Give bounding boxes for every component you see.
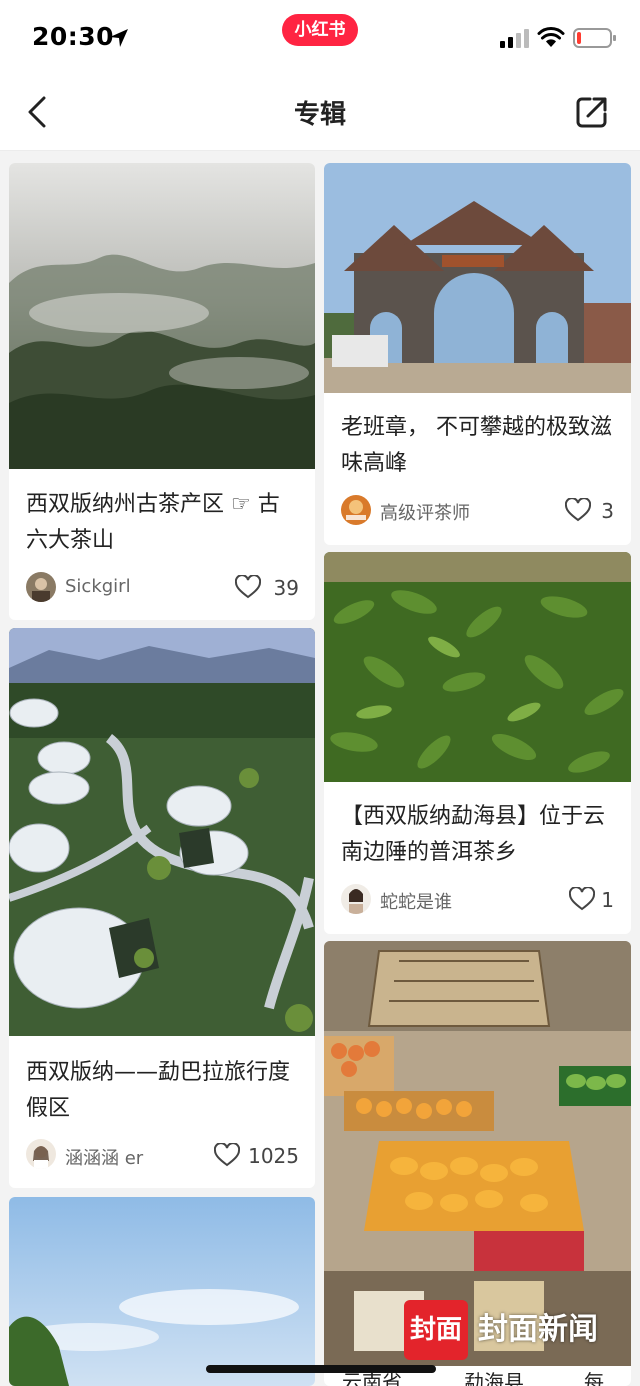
page-title: 专辑	[293, 100, 346, 130]
wifi-icon	[537, 27, 565, 47]
status-bar: 20:30 小红书	[0, 0, 640, 76]
caption-fragment: 勐海县	[464, 1370, 524, 1386]
note-card[interactable]: 西双版纳——勐巴拉旅行度假区 涵涵涵 er 1025	[9, 628, 315, 1188]
note-card[interactable]: 老班章， 不可攀越的极致滋味高峰 高级评茶师 3	[324, 163, 631, 545]
card-title: 西双版纳州古茶产区 ☞ 古六大茶山	[26, 492, 280, 553]
author-avatar	[341, 495, 371, 525]
author-name: Sickgirl	[65, 576, 131, 597]
like-count: 1	[601, 888, 614, 912]
news-watermark: 封面 封面新闻	[404, 1298, 632, 1364]
cover-image	[9, 163, 315, 469]
cover-image	[324, 163, 631, 393]
status-time: 20:30	[32, 22, 115, 51]
like-count: 1025	[248, 1144, 299, 1168]
heart-icon[interactable]	[235, 575, 261, 599]
heart-icon[interactable]	[565, 498, 591, 522]
cellular-signal-icon	[500, 29, 529, 48]
caption-fragment: 每	[584, 1370, 604, 1386]
app-badge: 小红书	[282, 14, 358, 46]
author-name: 高级评茶师	[380, 503, 470, 524]
home-indicator[interactable]	[206, 1365, 436, 1373]
note-card[interactable]	[9, 1197, 315, 1386]
heart-icon[interactable]	[569, 887, 595, 911]
author-avatar	[26, 572, 56, 602]
like-count: 3	[601, 499, 614, 523]
card-title: 西双版纳——勐巴拉旅行度假区	[26, 1060, 291, 1121]
card-title: 老班章， 不可攀越的极致滋味高峰	[341, 415, 612, 476]
heart-icon[interactable]	[214, 1143, 240, 1167]
watermark-text: 封面新闻	[478, 1312, 598, 1347]
watermark-logo: 封面	[404, 1300, 468, 1360]
card-title: 【西双版纳勐海县】位于云南边陲的普洱茶乡	[341, 804, 606, 865]
navbar: 专辑	[0, 76, 640, 151]
share-icon[interactable]	[574, 94, 610, 130]
note-card[interactable]: 西双版纳州古茶产区 ☞ 古六大茶山 Sickgirl 39	[9, 163, 315, 620]
cover-image	[324, 552, 631, 782]
author-avatar	[26, 1139, 56, 1169]
location-arrow-icon	[110, 29, 128, 47]
like-count: 39	[273, 576, 299, 600]
author-name: 涵涵涵 er	[65, 1148, 144, 1169]
cover-image	[9, 1197, 315, 1386]
author-name: 蛇蛇是谁	[380, 892, 452, 913]
cover-image	[9, 628, 315, 1036]
battery-icon	[573, 28, 616, 48]
author-avatar	[341, 884, 371, 914]
note-card[interactable]: 【西双版纳勐海县】位于云南边陲的普洱茶乡 蛇蛇是谁 1	[324, 552, 631, 934]
